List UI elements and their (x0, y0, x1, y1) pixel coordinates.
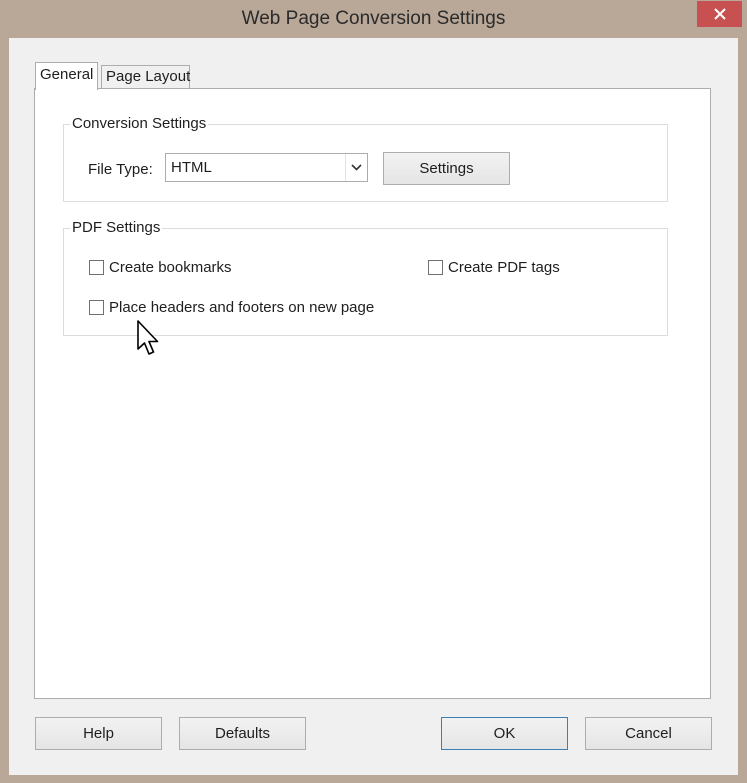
cancel-button[interactable]: Cancel (585, 717, 712, 750)
file-type-dropdown[interactable]: HTML (165, 153, 368, 182)
mouse-pointer-icon (137, 320, 159, 355)
tab-panel-general: Conversion Settings File Type: HTML Sett… (34, 88, 711, 699)
headers-footers-label[interactable]: Place headers and footers on new page (109, 299, 374, 316)
chevron-down-icon[interactable] (345, 154, 367, 181)
file-type-label: File Type: (88, 161, 153, 178)
headers-footers-checkbox[interactable] (89, 300, 104, 315)
ok-button[interactable]: OK (441, 717, 568, 750)
conversion-settings-group: Conversion Settings File Type: HTML Sett… (63, 115, 668, 202)
conversion-settings-title: Conversion Settings (70, 115, 209, 133)
file-type-value: HTML (171, 159, 212, 176)
tab-page-layout[interactable]: Page Layout (101, 65, 190, 90)
tab-general-label: General (40, 66, 94, 83)
create-pdf-tags-label[interactable]: Create PDF tags (448, 259, 560, 276)
create-bookmarks-checkbox[interactable] (89, 260, 104, 275)
title-bar: Web Page Conversion Settings (0, 0, 747, 38)
create-bookmarks-label[interactable]: Create bookmarks (109, 259, 232, 276)
close-icon (713, 8, 726, 20)
dialog-client-area: General Page Layout Conversion Settings … (9, 38, 738, 775)
create-pdf-tags-checkbox[interactable] (428, 260, 443, 275)
help-button[interactable]: Help (35, 717, 162, 750)
tab-general[interactable]: General (35, 62, 98, 90)
window-title: Web Page Conversion Settings (241, 8, 506, 29)
defaults-button[interactable]: Defaults (179, 717, 306, 750)
tab-page-layout-label: Page Layout (106, 68, 191, 85)
settings-button[interactable]: Settings (383, 152, 510, 185)
pdf-settings-title: PDF Settings (70, 219, 163, 237)
close-button[interactable] (697, 1, 742, 27)
